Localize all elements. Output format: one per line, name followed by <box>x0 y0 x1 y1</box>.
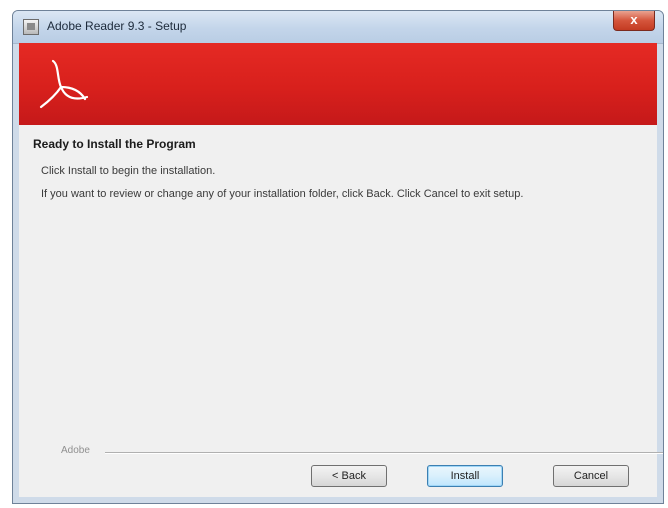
cancel-button[interactable]: Cancel <box>553 465 629 487</box>
footer-divider <box>105 452 663 454</box>
header-banner <box>19 43 657 125</box>
adobe-reader-logo-icon <box>39 59 89 109</box>
setup-window: Adobe Reader 9.3 - Setup x Ready to Inst… <box>12 10 664 504</box>
install-button[interactable]: Install <box>427 465 503 487</box>
installer-app-icon <box>23 19 39 35</box>
help-text: If you want to review or change any of y… <box>41 188 524 200</box>
title-bar[interactable]: Adobe Reader 9.3 - Setup x <box>13 11 663 44</box>
instruction-text: Click Install to begin the installation. <box>41 165 216 177</box>
content-panel: Ready to Install the Program Click Insta… <box>19 125 663 497</box>
window-title: Adobe Reader 9.3 - Setup <box>47 19 187 33</box>
close-button[interactable]: x <box>613 11 655 31</box>
page-title: Ready to Install the Program <box>33 137 196 151</box>
vendor-label: Adobe <box>61 445 90 456</box>
back-button[interactable]: < Back <box>311 465 387 487</box>
